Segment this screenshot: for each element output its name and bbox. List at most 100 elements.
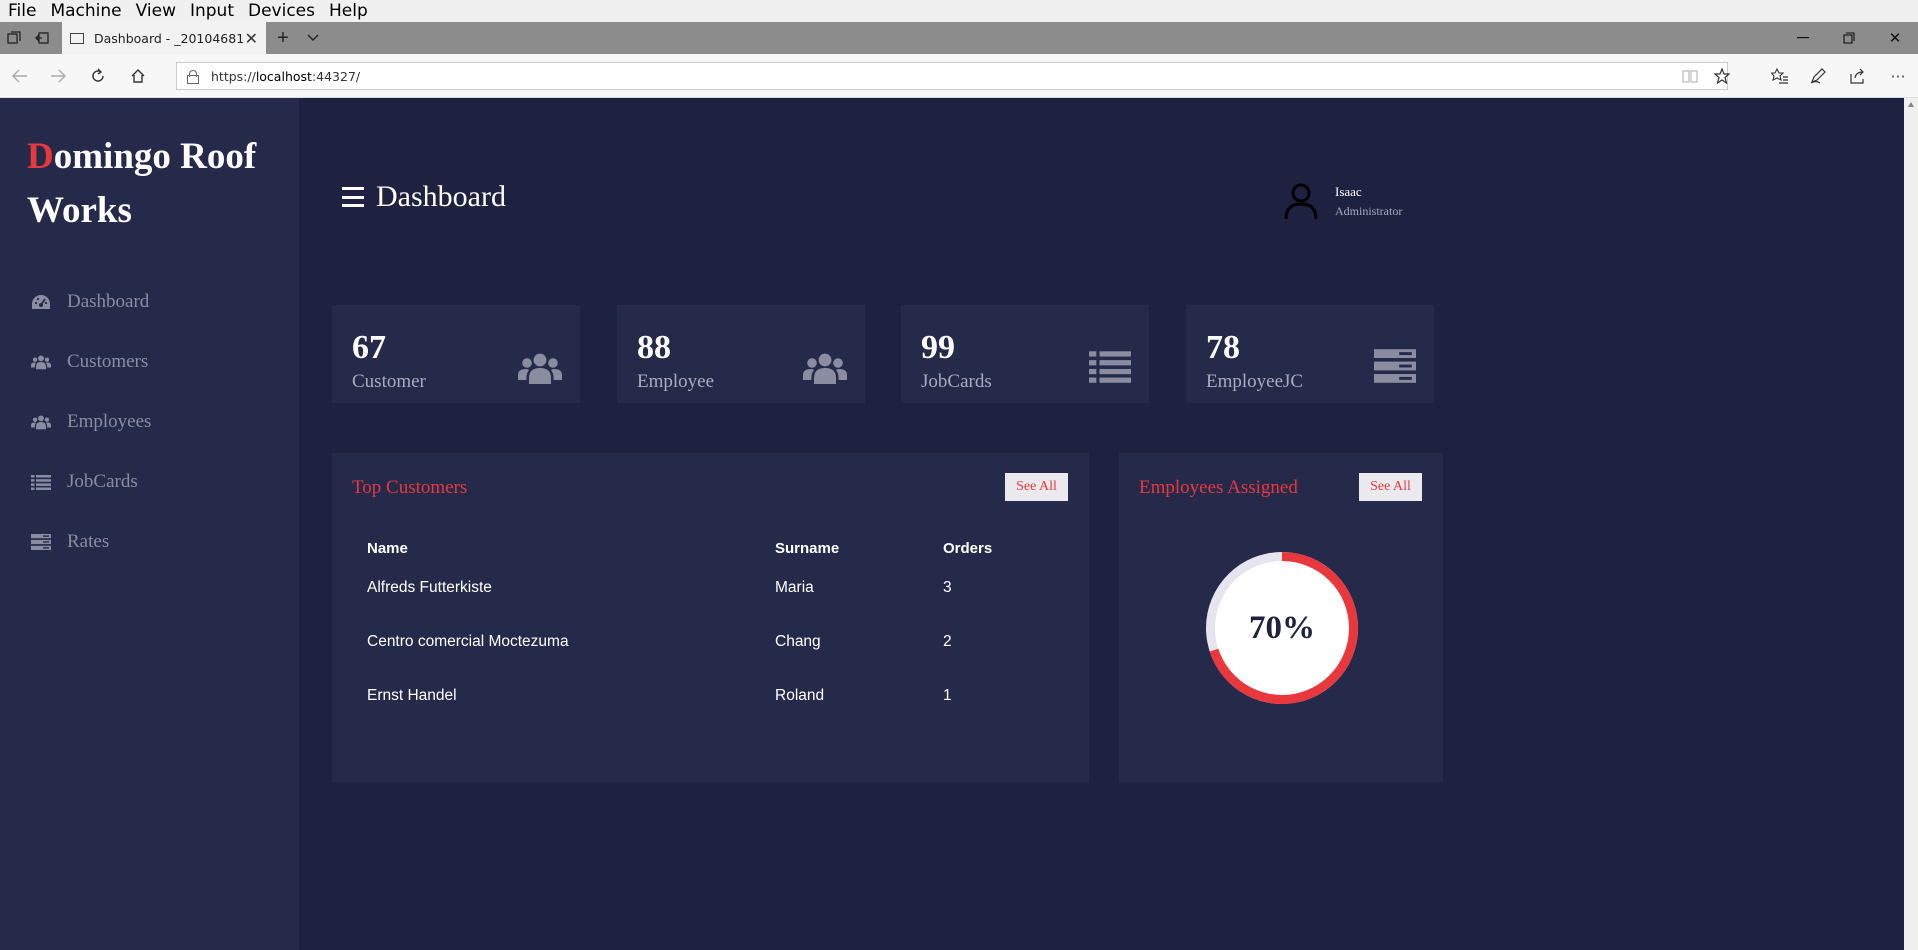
table-header-row: Name Surname Orders xyxy=(367,535,1057,561)
user-name: Isaac xyxy=(1335,184,1362,199)
new-tab-icon[interactable]: + xyxy=(272,22,294,54)
panel-title: Employees Assigned xyxy=(1139,477,1298,498)
brand-rest: omingo Roof Works xyxy=(27,136,257,231)
stat-card-jobcards[interactable]: 99 JobCards xyxy=(901,305,1149,403)
sidebar-item-label: JobCards xyxy=(67,471,138,492)
stat-label: Employee xyxy=(637,371,715,392)
sidebar: Domingo Roof Works Dashboard Customers E… xyxy=(0,98,299,950)
top-customers-panel: Top Customers See All Name Surname Order… xyxy=(332,453,1089,782)
user-profile[interactable]: Isaac Administrator xyxy=(1283,182,1402,220)
dashboard-icon xyxy=(31,292,51,312)
pen-icon[interactable] xyxy=(1804,62,1832,90)
menu-file[interactable]: File xyxy=(8,1,36,21)
page-icon xyxy=(70,32,84,44)
url-rest: :44327/ xyxy=(311,68,361,84)
cell-orders: 1 xyxy=(943,687,952,704)
sidebar-item-customers[interactable]: Customers xyxy=(0,332,299,392)
sidebar-item-label: Employees xyxy=(67,411,152,432)
forward-icon[interactable] xyxy=(38,54,78,98)
sidebar-item-label: Customers xyxy=(67,351,149,372)
stat-value: 67 xyxy=(352,329,386,366)
see-all-employees-button[interactable]: See All xyxy=(1359,473,1422,501)
page-scrollbar[interactable] xyxy=(1904,98,1918,950)
sidebar-item-jobcards[interactable]: JobCards xyxy=(0,452,299,512)
sidebar-item-dashboard[interactable]: Dashboard xyxy=(0,272,299,332)
restore-icon[interactable] xyxy=(1826,22,1872,54)
tab-manager-icon[interactable] xyxy=(0,22,28,54)
employees-assigned-panel: Employees Assigned See All 70% xyxy=(1119,453,1443,782)
vm-menubar: File Machine View Input Devices Help xyxy=(0,0,1918,22)
table-row[interactable]: Centro comercial Moctezuma Chang 2 xyxy=(367,615,1057,669)
browser-navbar: https://localhost:44327/ ⋯ xyxy=(0,54,1918,98)
stat-value: 78 xyxy=(1206,329,1240,366)
stat-value: 99 xyxy=(921,329,955,366)
sidebar-item-label: Dashboard xyxy=(67,291,150,312)
cell-name: Centro comercial Moctezuma xyxy=(367,633,569,650)
user-role: Administrator xyxy=(1335,204,1403,218)
back-icon[interactable] xyxy=(0,54,40,98)
favorites-list-icon[interactable] xyxy=(1766,62,1794,90)
column-header-surname: Surname xyxy=(775,539,840,557)
user-info: Isaac Administrator xyxy=(1335,182,1402,219)
column-header-name: Name xyxy=(367,539,408,557)
panel-title: Top Customers xyxy=(352,477,468,498)
users-icon xyxy=(31,412,51,432)
server-icon xyxy=(1374,349,1416,383)
stat-value: 88 xyxy=(637,329,671,366)
cell-name: Alfreds Futterkiste xyxy=(367,579,492,596)
users-icon xyxy=(518,353,562,384)
more-icon[interactable]: ⋯ xyxy=(1884,62,1912,90)
stat-label: EmployeeJC xyxy=(1206,371,1304,392)
address-bar[interactable]: https://localhost:44327/ xyxy=(176,62,1728,90)
page-title: Dashboard xyxy=(376,180,506,213)
server-icon xyxy=(31,532,51,552)
menu-devices[interactable]: Devices xyxy=(248,1,315,21)
cell-surname: Roland xyxy=(775,687,825,704)
reading-view-icon[interactable] xyxy=(1676,62,1704,90)
page-header: Dashboard xyxy=(342,180,506,214)
cell-orders: 3 xyxy=(943,579,952,596)
users-icon xyxy=(803,353,847,384)
brand-first-letter: D xyxy=(27,136,54,177)
home-icon[interactable] xyxy=(118,54,158,98)
cell-surname: Maria xyxy=(775,579,814,596)
users-icon xyxy=(31,352,51,372)
stat-label: JobCards xyxy=(921,371,992,392)
hamburger-menu-icon[interactable] xyxy=(342,187,364,207)
share-icon[interactable] xyxy=(1844,62,1872,90)
chevron-down-icon[interactable] xyxy=(302,22,324,54)
column-header-orders: Orders xyxy=(943,539,993,557)
set-tabs-aside-icon[interactable] xyxy=(28,22,56,54)
sidebar-item-label: Rates xyxy=(67,531,110,552)
menu-view[interactable]: View xyxy=(136,1,176,21)
stat-card-customer[interactable]: 67 Customer xyxy=(332,305,580,403)
browser-tab[interactable]: Dashboard - _20104681 ✕ xyxy=(62,22,266,54)
cell-name: Ernst Handel xyxy=(367,687,457,704)
favorite-star-icon[interactable] xyxy=(1708,62,1736,90)
table-row[interactable]: Alfreds Futterkiste Maria 3 xyxy=(367,561,1057,615)
menu-help[interactable]: Help xyxy=(329,1,368,21)
sidebar-nav: Dashboard Customers Employees JobCards R… xyxy=(0,272,299,572)
url-host: localhost xyxy=(255,68,312,84)
lock-icon xyxy=(187,70,199,84)
refresh-icon[interactable] xyxy=(78,54,118,98)
cell-surname: Chang xyxy=(775,633,821,650)
menu-input[interactable]: Input xyxy=(190,1,234,21)
customers-table: Name Surname Orders Alfreds Futterkiste … xyxy=(367,535,1057,723)
stat-card-employeejc[interactable]: 78 EmployeeJC xyxy=(1186,305,1434,403)
table-row[interactable]: Ernst Handel Roland 1 xyxy=(367,669,1057,723)
url-scheme: https:// xyxy=(211,68,256,84)
stat-card-employee[interactable]: 88 Employee xyxy=(617,305,865,403)
see-all-customers-button[interactable]: See All xyxy=(1005,473,1068,501)
brand-logo[interactable]: Domingo Roof Works xyxy=(27,130,277,238)
close-window-icon[interactable]: ✕ xyxy=(1872,22,1918,54)
web-app: Domingo Roof Works Dashboard Customers E… xyxy=(0,98,1918,950)
menu-machine[interactable]: Machine xyxy=(50,1,121,21)
donut-percent-label: 70% xyxy=(1249,609,1315,646)
sidebar-item-rates[interactable]: Rates xyxy=(0,512,299,572)
list-icon xyxy=(31,472,51,492)
sidebar-item-employees[interactable]: Employees xyxy=(0,392,299,452)
tab-close-icon[interactable]: ✕ xyxy=(245,29,258,48)
browser-tab-strip: Dashboard - _20104681 ✕ + ✕ xyxy=(0,22,1918,54)
minimize-icon[interactable] xyxy=(1780,22,1826,54)
